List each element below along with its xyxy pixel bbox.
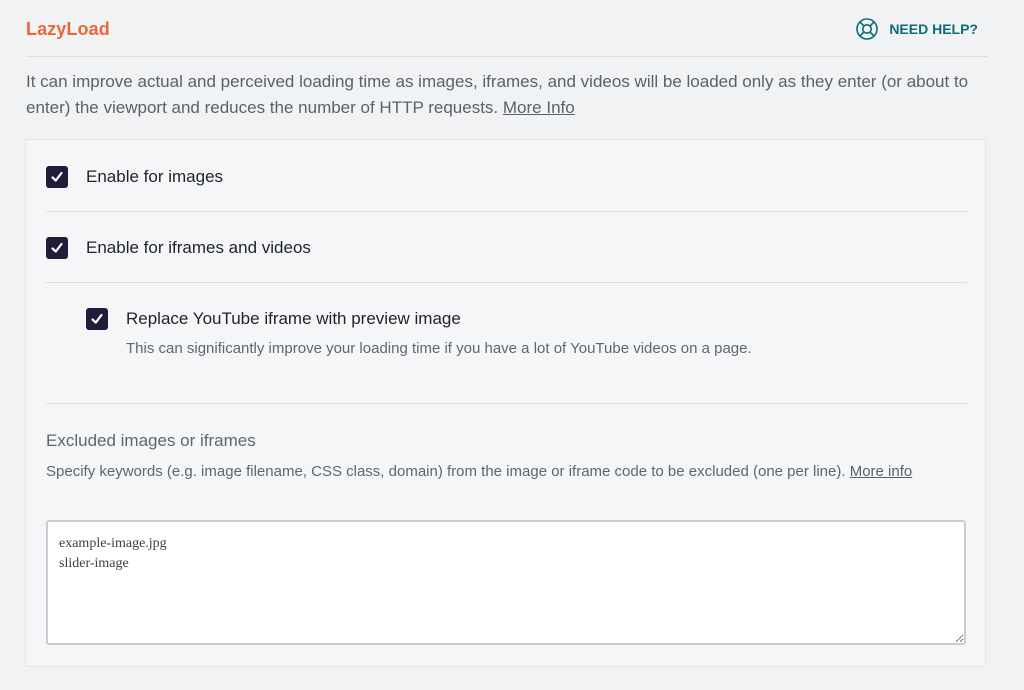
section-description: It can improve actual and perceived load… bbox=[26, 69, 988, 121]
lifebuoy-icon bbox=[855, 17, 879, 41]
description-text: It can improve actual and perceived load… bbox=[26, 72, 969, 117]
excluded-field: Excluded images or iframes Specify keywo… bbox=[46, 431, 967, 484]
need-help-label: NEED HELP? bbox=[889, 21, 978, 37]
divider bbox=[46, 211, 967, 212]
excluded-keywords-textarea[interactable] bbox=[46, 520, 966, 645]
youtube-preview-label: Replace YouTube iframe with preview imag… bbox=[126, 309, 461, 328]
enable-iframes-option[interactable]: Enable for iframes and videos bbox=[46, 237, 967, 259]
excluded-help-text: Specify keywords (e.g. image filename, C… bbox=[46, 463, 846, 480]
youtube-preview-option: Replace YouTube iframe with preview imag… bbox=[86, 308, 966, 357]
divider bbox=[46, 403, 967, 404]
youtube-preview-toggle[interactable]: Replace YouTube iframe with preview imag… bbox=[86, 308, 966, 330]
enable-images-label: Enable for images bbox=[86, 167, 224, 186]
section-title: LazyLoad bbox=[26, 19, 110, 39]
section-header: LazyLoad NEED HELP? bbox=[26, 0, 988, 57]
options-panel: Enable for images Enable for iframes and… bbox=[25, 139, 986, 667]
more-info-link[interactable]: More Info bbox=[503, 98, 575, 117]
enable-images-option[interactable]: Enable for images bbox=[46, 166, 967, 188]
checkmark-icon bbox=[51, 171, 63, 182]
lazyload-settings-page: LazyLoad NEED HELP? It can improve actua… bbox=[0, 0, 1024, 690]
excluded-more-info-link[interactable]: More info bbox=[850, 463, 913, 480]
youtube-preview-description: This can significantly improve your load… bbox=[126, 340, 752, 357]
checkmark-icon bbox=[51, 242, 63, 253]
checkmark-icon bbox=[91, 313, 103, 324]
excluded-field-help: Specify keywords (e.g. image filename, C… bbox=[46, 459, 956, 484]
enable-iframes-label: Enable for iframes and videos bbox=[86, 238, 311, 257]
divider bbox=[46, 282, 967, 283]
excluded-field-title: Excluded images or iframes bbox=[46, 431, 256, 450]
need-help-link[interactable]: NEED HELP? bbox=[855, 17, 978, 41]
enable-images-checkbox[interactable] bbox=[46, 166, 68, 188]
youtube-preview-checkbox[interactable] bbox=[86, 308, 108, 330]
enable-iframes-checkbox[interactable] bbox=[46, 237, 68, 259]
